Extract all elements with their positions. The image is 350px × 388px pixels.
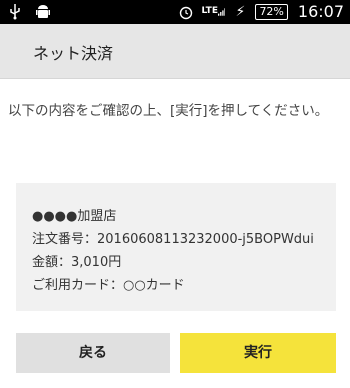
clock: 16:07 (297, 2, 344, 21)
usb-icon (6, 3, 24, 21)
battery-level: 72% (255, 3, 288, 20)
payment-card: ご利用カード：○○カード (32, 278, 185, 293)
network-type: LTE (201, 6, 218, 16)
amount: 金額：3,010円 (32, 255, 122, 270)
app-bar: ネット決済 (0, 24, 350, 79)
order-number: 注文番号：20160608113232000-j5BOPWdui (32, 232, 314, 247)
merchant-name: ●●●●加盟店 (32, 209, 117, 224)
android-icon (34, 3, 52, 21)
signal-icon: LTE (201, 3, 226, 21)
charging-icon: ⚡ (235, 3, 246, 20)
alarm-icon (177, 3, 195, 21)
instruction-text: 以下の内容をご確認の上、[実行]を押してください。 (8, 103, 329, 119)
payment-details-card: ●●●●加盟店 注文番号：20160608113232000-j5BOPWdui… (16, 183, 336, 311)
execute-button[interactable]: 実行 (180, 333, 336, 373)
page-title: ネット決済 (33, 44, 114, 63)
back-button[interactable]: 戻る (16, 333, 170, 373)
status-bar: LTE ⚡ 72% 16:07 (0, 0, 350, 24)
